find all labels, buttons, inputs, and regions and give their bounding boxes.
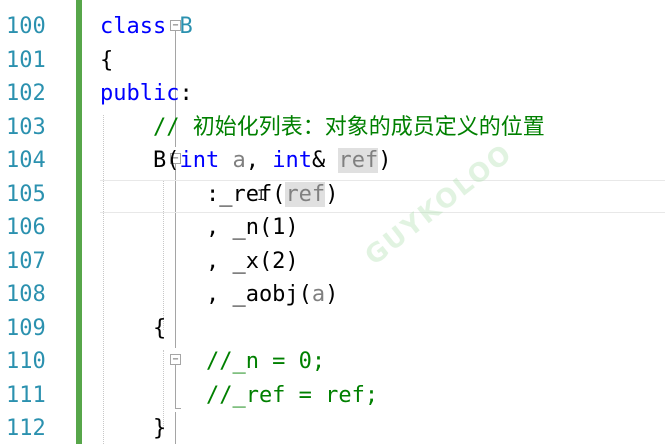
- line-number-gutter: 100 101 102 103 104 105 106 107 108 109 110 111 112: [0, 0, 70, 444]
- code-token: B: [179, 14, 193, 39]
- code-line[interactable]: //_n = 0;: [100, 345, 325, 378]
- line-number: 110: [6, 349, 46, 374]
- code-token: &: [311, 148, 339, 173]
- line-number: 112: [6, 416, 46, 441]
- line-number: 101: [6, 47, 46, 73]
- code-line[interactable]: public:: [100, 77, 193, 110]
- change-tracking-bar: [76, 0, 82, 444]
- code-token: , _x(2): [100, 248, 299, 274]
- code-line[interactable]: {: [100, 312, 166, 345]
- code-token: public: [100, 81, 180, 106]
- code-token: a: [311, 282, 326, 307]
- code-token: , _aobj(: [100, 282, 312, 307]
- code-editor[interactable]: 100 101 102 103 104 105 106 107 108 109 110 111 112 …: [0, 0, 665, 444]
- outlining-margin: − − −: [84, 0, 181, 444]
- code-token: {: [100, 315, 167, 341]
- fold-guide-line: [175, 412, 176, 444]
- code-line[interactable]: //_ref = ref;: [100, 379, 378, 412]
- code-token: :: [179, 81, 193, 106]
- line-number: 108: [6, 282, 46, 307]
- code-token: class: [100, 14, 180, 39]
- code-token: a: [232, 148, 246, 173]
- line-number: 105: [6, 181, 46, 207]
- code-token: ,: [245, 148, 273, 173]
- code-token: }: [100, 416, 167, 441]
- code-token: , _n(1): [100, 215, 299, 240]
- text-cursor-icon: I: [257, 188, 266, 204]
- code-token: {: [100, 47, 114, 73]
- line-number: 106: [6, 215, 46, 240]
- code-line[interactable]: , _n(1): [100, 211, 299, 244]
- line-number: 103: [6, 114, 46, 140]
- line-number: 100: [6, 14, 46, 39]
- code-token: ): [325, 181, 339, 207]
- code-token: int: [272, 148, 312, 173]
- code-token: ref: [338, 148, 379, 173]
- code-line[interactable]: class B: [100, 10, 193, 43]
- code-token: ): [325, 282, 339, 307]
- code-token: // 初始化列表：对象的成员定义的位置: [100, 114, 545, 140]
- code-token: //_ref = ref;: [100, 382, 379, 408]
- code-token: ): [378, 148, 392, 173]
- line-number: 102: [6, 81, 46, 106]
- code-line[interactable]: B(int a, int& ref): [100, 144, 391, 177]
- code-line[interactable]: }: [100, 412, 166, 445]
- code-line[interactable]: // 初始化列表：对象的成员定义的位置: [100, 111, 545, 144]
- line-number: 104: [6, 148, 46, 173]
- line-number: 111: [6, 382, 46, 408]
- code-token: B(: [100, 148, 180, 173]
- code-token: ref: [285, 181, 326, 207]
- code-token: int: [179, 148, 220, 173]
- line-number: 109: [6, 315, 46, 341]
- code-line[interactable]: , _aobj(a): [100, 278, 338, 311]
- code-line[interactable]: , _x(2): [100, 245, 299, 278]
- code-token: //_n = 0;: [100, 349, 326, 374]
- line-number: 107: [6, 248, 46, 274]
- code-line[interactable]: {: [100, 44, 113, 77]
- code-line[interactable]: :_ref(ref): [100, 178, 338, 211]
